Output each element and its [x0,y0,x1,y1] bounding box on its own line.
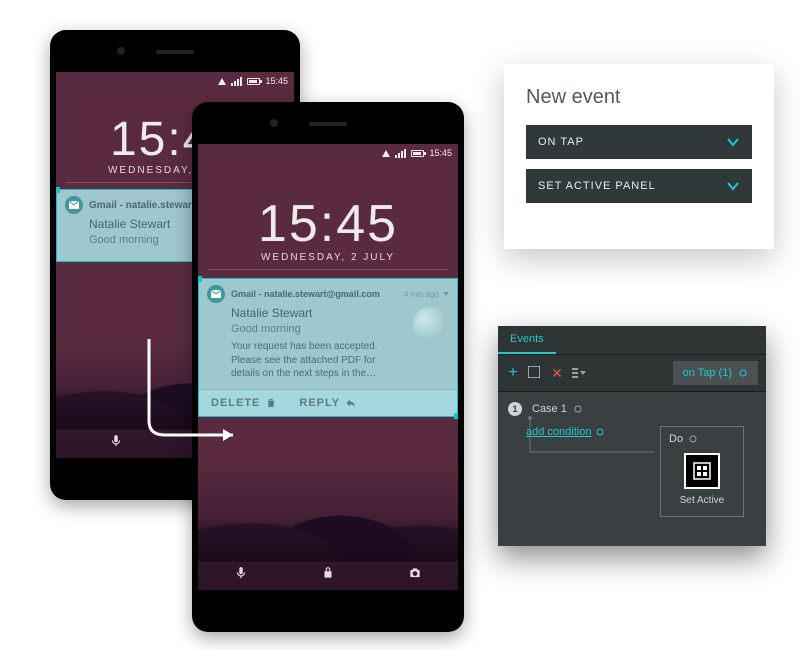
add-icon[interactable]: + [506,366,520,380]
new-event-panel: New event ON TAP SET ACTIVE PANEL [504,64,774,249]
status-bar: 15:45 [56,72,294,90]
notification-body: Your request has been accepted. Please s… [231,340,401,381]
reply-button[interactable]: REPLY [299,397,357,409]
lock-clock: 15:45 [198,194,458,254]
lock-icon[interactable] [321,566,335,585]
mail-icon [65,196,83,214]
battery-icon [247,78,260,85]
event-tab-ontap[interactable]: on Tap (1) [673,361,758,385]
trigger-value: ON TAP [538,136,584,148]
tab-events[interactable]: Events [498,326,556,354]
mic-icon[interactable] [109,434,123,453]
status-time: 15:45 [429,148,452,158]
cell-bars-icon [395,149,406,158]
new-event-title: New event [526,86,752,109]
notification-sender: Gmail - natalie.stewart@gmail.com [231,289,380,299]
case-index-badge: 1 [508,402,522,416]
chevron-down-icon[interactable] [443,292,449,296]
chevron-down-icon [726,135,740,149]
camera-icon[interactable] [408,566,422,585]
mail-icon [207,285,225,303]
gear-icon[interactable] [688,434,698,444]
signal-icon [218,78,226,85]
cell-bars-icon [231,77,242,86]
status-time: 15:45 [265,76,288,86]
transition-arrow [137,335,247,455]
notification-meta: 4 min ago [404,290,439,299]
avatar [413,307,447,341]
action-dropdown[interactable]: SET ACTIVE PANEL [526,169,752,203]
do-label: Do [669,433,683,445]
chevron-down-icon [726,179,740,193]
status-bar: 15:45 [198,144,458,162]
list-icon[interactable] [572,366,586,380]
events-panel: Events + ✕ on Tap (1) 1 Case 1 add condi… [498,326,766,546]
do-group[interactable]: Do Set Active [660,426,744,517]
action-label: Set Active [669,495,735,506]
set-active-action[interactable] [684,453,720,489]
signal-icon [382,150,390,157]
duplicate-icon[interactable] [528,366,542,380]
lock-nav [198,560,458,590]
lock-date: WEDNESDAY, 2 JULY [198,252,458,263]
delete-icon[interactable]: ✕ [550,366,564,380]
trigger-dropdown[interactable]: ON TAP [526,125,752,159]
connector-line [524,412,664,472]
battery-icon [411,150,424,157]
mic-icon[interactable] [234,566,248,585]
gear-icon[interactable] [738,368,748,378]
notification-sender: Gmail - natalie.stewart... [89,200,203,211]
action-value: SET ACTIVE PANEL [538,180,656,192]
